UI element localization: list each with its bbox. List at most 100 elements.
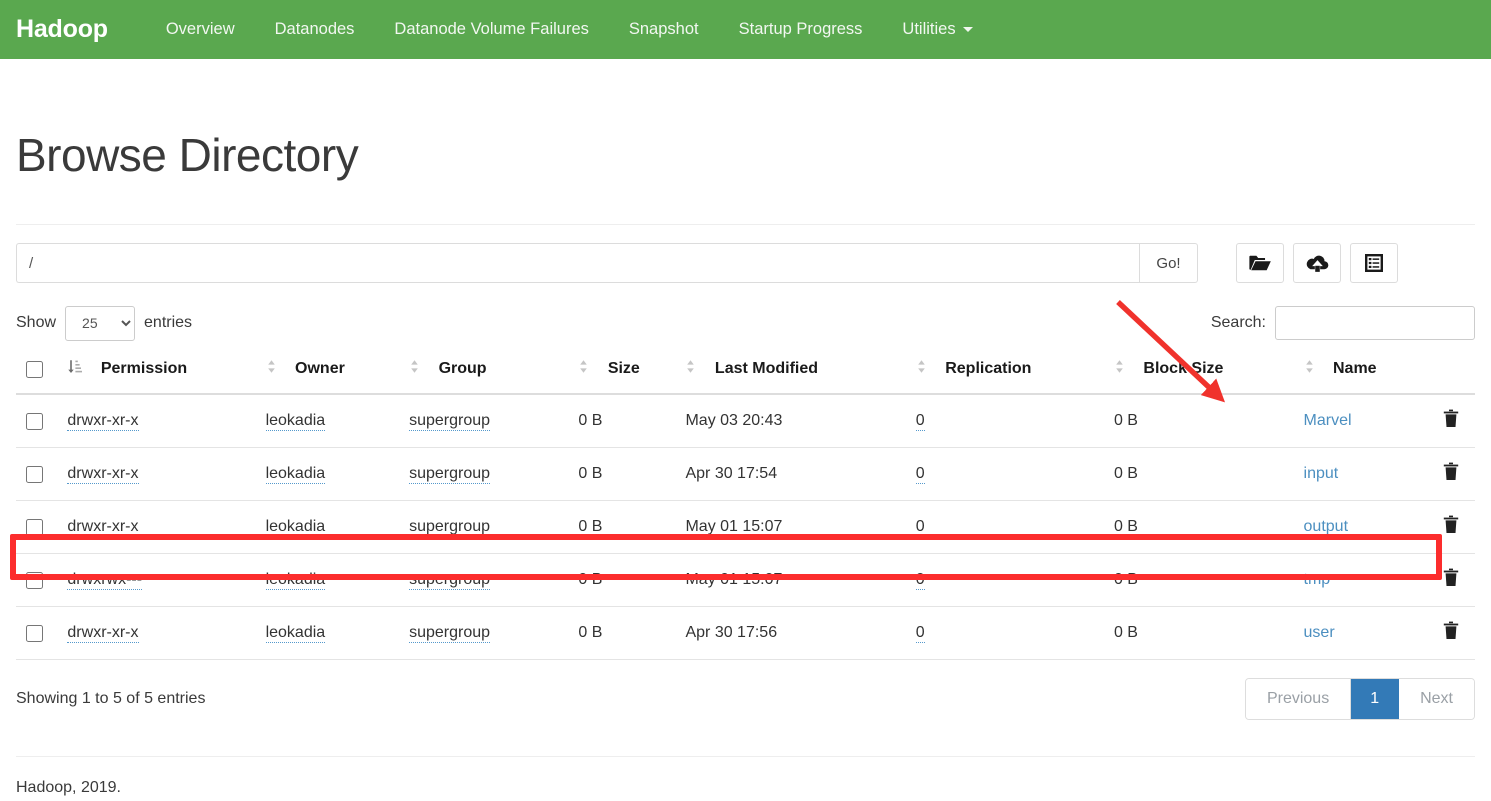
delete-button[interactable] bbox=[1443, 568, 1459, 587]
header-group[interactable]: Group bbox=[409, 351, 579, 396]
delete-button[interactable] bbox=[1443, 409, 1459, 428]
replication-value[interactable]: 0 bbox=[915, 465, 925, 485]
cell-name[interactable]: input bbox=[1303, 447, 1411, 502]
pagination-previous[interactable]: Previous bbox=[1245, 679, 1352, 720]
row-checkbox[interactable] bbox=[26, 571, 43, 589]
delete-button[interactable] bbox=[1443, 462, 1459, 481]
row-checkbox[interactable] bbox=[26, 412, 43, 430]
nav-item-startup-progress[interactable]: Startup Progress bbox=[719, 21, 883, 38]
row-checkbox[interactable] bbox=[26, 624, 43, 642]
path-input[interactable] bbox=[16, 243, 1139, 284]
cell-owner[interactable]: leokadia bbox=[265, 394, 410, 449]
cell-replication[interactable]: 0 bbox=[915, 500, 1114, 555]
nav-item-snapshot[interactable]: Snapshot bbox=[609, 21, 719, 38]
delete-button[interactable] bbox=[1443, 621, 1459, 640]
replication-value[interactable]: 0 bbox=[915, 571, 925, 591]
nav-item-utilities[interactable]: Utilities bbox=[882, 21, 992, 38]
search-input[interactable] bbox=[1275, 306, 1475, 341]
cell-group[interactable]: supergroup bbox=[409, 394, 579, 449]
owner-value[interactable]: leokadia bbox=[265, 465, 326, 485]
cell-owner[interactable]: leokadia bbox=[265, 500, 410, 555]
row-select-cell[interactable] bbox=[16, 606, 68, 661]
table-row[interactable]: drwxr-xr-x leokadia supergroup 0 B Apr 3… bbox=[16, 606, 1475, 661]
cell-actions[interactable] bbox=[1410, 606, 1475, 661]
file-name-link[interactable]: tmp bbox=[1304, 571, 1331, 588]
hadoop-brand[interactable]: Hadoop bbox=[16, 17, 108, 42]
permission-value[interactable]: drwxr-xr-x bbox=[67, 518, 139, 538]
owner-value[interactable]: leokadia bbox=[265, 624, 326, 644]
table-row[interactable]: drwxr-xr-x leokadia supergroup 0 B May 0… bbox=[16, 500, 1475, 555]
cell-actions[interactable] bbox=[1410, 394, 1475, 449]
file-name-link[interactable]: user bbox=[1304, 624, 1335, 641]
page-length-select[interactable]: 10 25 50 100 bbox=[65, 305, 136, 341]
table-row[interactable]: drwxr-xr-x leokadia supergroup 0 B May 0… bbox=[16, 394, 1475, 449]
cell-group[interactable]: supergroup bbox=[409, 500, 579, 555]
group-value[interactable]: supergroup bbox=[409, 412, 491, 432]
go-button[interactable]: Go! bbox=[1139, 243, 1198, 284]
cell-permission[interactable]: drwxr-xr-x bbox=[67, 394, 266, 449]
permission-value[interactable]: drwxr-xr-x bbox=[67, 465, 139, 485]
header-last-modified[interactable]: Last Modified bbox=[685, 351, 916, 396]
nav-item-datanode-volume-failures[interactable]: Datanode Volume Failures bbox=[374, 21, 608, 38]
owner-value[interactable]: leokadia bbox=[265, 571, 326, 591]
pagination-next[interactable]: Next bbox=[1399, 679, 1474, 720]
cell-replication[interactable]: 0 bbox=[915, 394, 1114, 449]
row-checkbox[interactable] bbox=[26, 518, 43, 536]
cut-paste-button[interactable] bbox=[1350, 243, 1398, 284]
cell-owner[interactable]: leokadia bbox=[265, 606, 410, 661]
select-all-checkbox[interactable] bbox=[26, 360, 43, 378]
header-replication[interactable]: Replication bbox=[915, 351, 1114, 396]
cell-name[interactable]: output bbox=[1303, 500, 1411, 555]
upload-file-button[interactable] bbox=[1293, 243, 1341, 284]
group-value[interactable]: supergroup bbox=[409, 571, 491, 591]
group-value[interactable]: supergroup bbox=[409, 624, 491, 644]
row-select-cell[interactable] bbox=[16, 500, 68, 555]
create-directory-button[interactable] bbox=[1236, 243, 1284, 284]
cell-actions[interactable] bbox=[1410, 447, 1475, 502]
table-row[interactable]: drwxrwx--- leokadia supergroup 0 B May 0… bbox=[16, 553, 1475, 608]
row-select-cell[interactable] bbox=[16, 553, 68, 608]
header-owner[interactable]: Owner bbox=[265, 351, 410, 396]
group-value[interactable]: supergroup bbox=[409, 518, 491, 538]
cell-actions[interactable] bbox=[1410, 500, 1475, 555]
cell-permission[interactable]: drwxr-xr-x bbox=[67, 447, 266, 502]
cell-group[interactable]: supergroup bbox=[409, 447, 579, 502]
header-size[interactable]: Size bbox=[578, 351, 686, 396]
permission-value[interactable]: drwxr-xr-x bbox=[67, 624, 139, 644]
cell-permission[interactable]: drwxr-xr-x bbox=[67, 606, 266, 661]
nav-item-overview[interactable]: Overview bbox=[146, 21, 255, 38]
cell-replication[interactable]: 0 bbox=[915, 447, 1114, 502]
cell-permission[interactable]: drwxrwx--- bbox=[67, 553, 266, 608]
file-name-link[interactable]: output bbox=[1304, 518, 1348, 535]
header-name[interactable]: Name bbox=[1303, 351, 1411, 396]
row-select-cell[interactable] bbox=[16, 447, 68, 502]
cell-name[interactable]: user bbox=[1303, 606, 1411, 661]
header-block-size[interactable]: Block Size bbox=[1113, 351, 1304, 396]
permission-value[interactable]: drwxr-xr-x bbox=[67, 412, 139, 432]
pagination-page-1[interactable]: 1 bbox=[1351, 679, 1400, 720]
cell-group[interactable]: supergroup bbox=[409, 606, 579, 661]
select-all-header[interactable] bbox=[16, 351, 68, 396]
header-permission[interactable]: Permission bbox=[67, 351, 266, 396]
cell-group[interactable]: supergroup bbox=[409, 553, 579, 608]
cell-replication[interactable]: 0 bbox=[915, 606, 1114, 661]
owner-value[interactable]: leokadia bbox=[265, 412, 326, 432]
file-name-link[interactable]: input bbox=[1304, 465, 1339, 482]
file-name-link[interactable]: Marvel bbox=[1304, 412, 1352, 429]
cell-name[interactable]: tmp bbox=[1303, 553, 1411, 608]
delete-button[interactable] bbox=[1443, 515, 1459, 534]
nav-item-datanodes[interactable]: Datanodes bbox=[255, 21, 375, 38]
row-select-cell[interactable] bbox=[16, 394, 68, 449]
table-row[interactable]: drwxr-xr-x leokadia supergroup 0 B Apr 3… bbox=[16, 447, 1475, 502]
replication-value[interactable]: 0 bbox=[915, 412, 925, 432]
replication-value[interactable]: 0 bbox=[915, 518, 925, 538]
row-checkbox[interactable] bbox=[26, 465, 43, 483]
cell-replication[interactable]: 0 bbox=[915, 553, 1114, 608]
cell-permission[interactable]: drwxr-xr-x bbox=[67, 500, 266, 555]
owner-value[interactable]: leokadia bbox=[265, 518, 326, 538]
cell-owner[interactable]: leokadia bbox=[265, 553, 410, 608]
cell-owner[interactable]: leokadia bbox=[265, 447, 410, 502]
permission-value[interactable]: drwxrwx--- bbox=[67, 571, 143, 591]
cell-actions[interactable] bbox=[1410, 553, 1475, 608]
group-value[interactable]: supergroup bbox=[409, 465, 491, 485]
